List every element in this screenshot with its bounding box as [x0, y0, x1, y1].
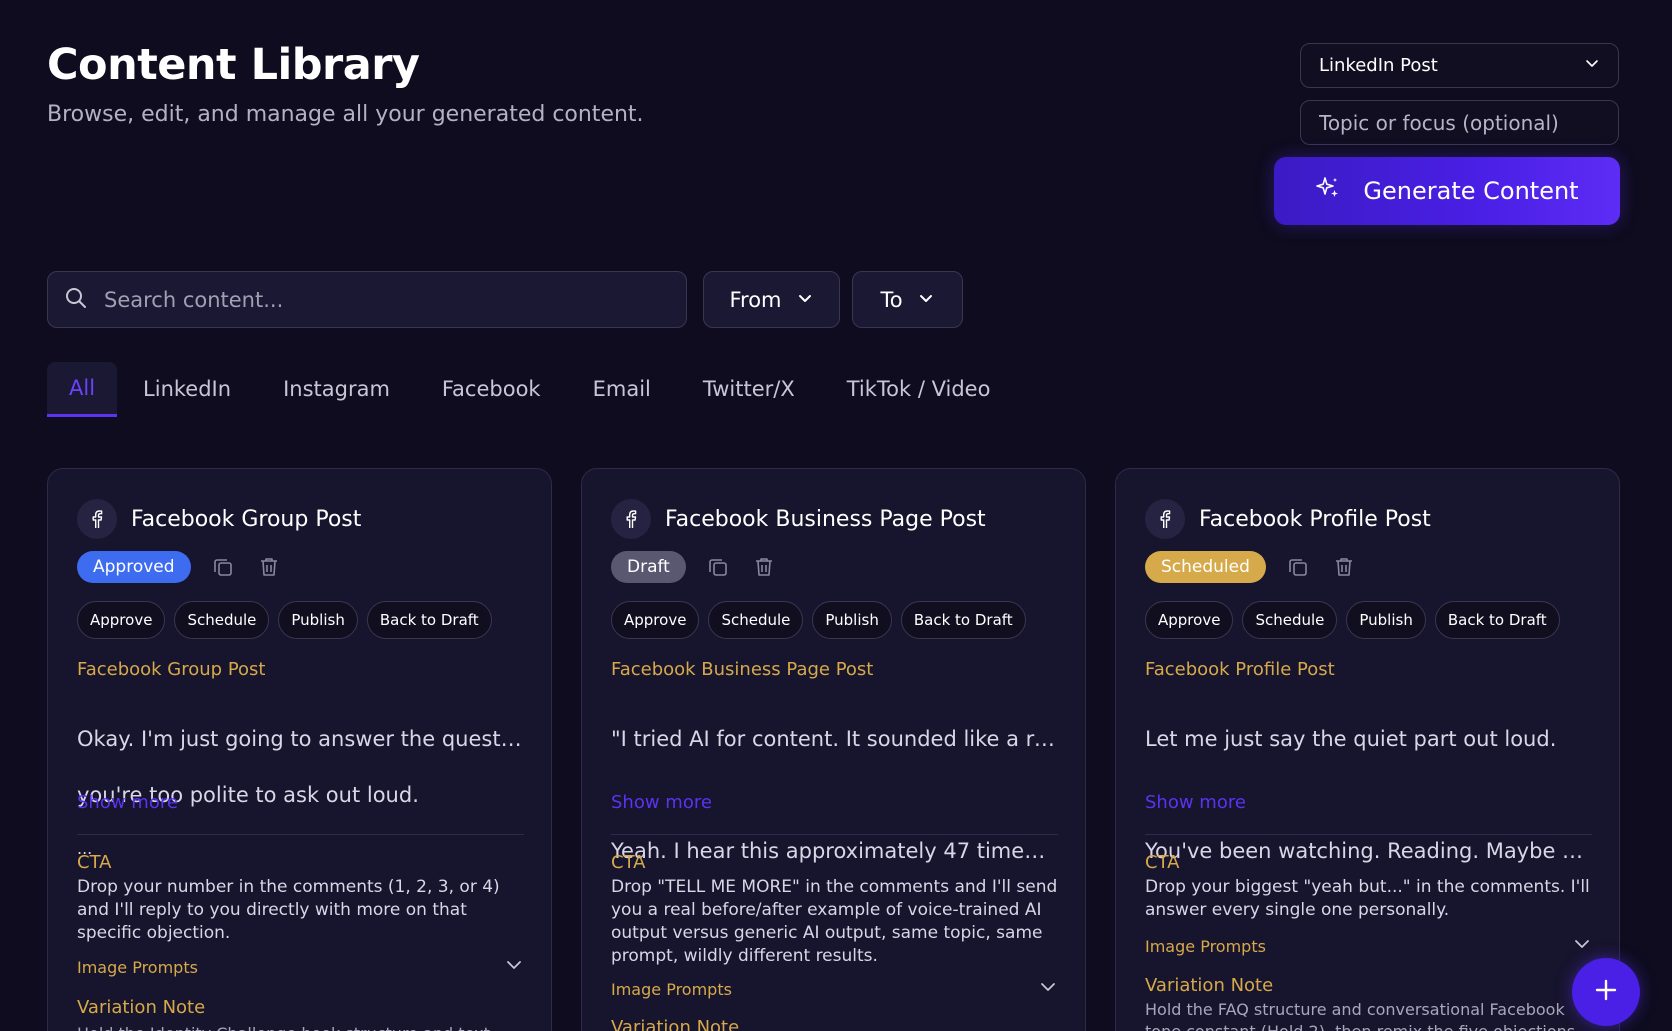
search-icon: [64, 286, 88, 314]
approve-button[interactable]: Approve: [1145, 601, 1234, 639]
facebook-icon: [611, 499, 651, 539]
content-line: ...: [77, 839, 93, 858]
cta-text: Drop your biggest "yeah but..." in the c…: [1145, 877, 1590, 920]
date-to-label: To: [880, 287, 903, 312]
plus-icon: [1593, 977, 1619, 1007]
back-to-draft-button[interactable]: Back to Draft: [1434, 601, 1560, 639]
image-prompts-toggle[interactable]: Image Prompts: [611, 977, 1058, 1001]
date-from-label: From: [729, 287, 782, 312]
back-to-draft-button[interactable]: Back to Draft: [366, 601, 492, 639]
cta-label: CTA: [611, 852, 646, 873]
schedule-button[interactable]: Schedule: [708, 601, 804, 639]
generate-content-label: Generate Content: [1363, 177, 1579, 205]
publish-button[interactable]: Publish: [1346, 601, 1426, 639]
chevron-down-icon: [1584, 55, 1600, 76]
back-to-draft-button[interactable]: Back to Draft: [900, 601, 1026, 639]
cta-text: Drop "TELL ME MORE" in the comments and …: [611, 877, 1058, 966]
content-type-label: Facebook Profile Post: [1145, 659, 1335, 680]
chevron-down-icon: [796, 288, 814, 312]
content-type-label: Facebook Group Post: [77, 659, 266, 680]
image-prompts-label: Image Prompts: [77, 957, 198, 977]
tab-linkedin[interactable]: LinkedIn: [117, 362, 257, 415]
generate-content-button[interactable]: Generate Content: [1274, 157, 1620, 225]
approve-button[interactable]: Approve: [77, 601, 166, 639]
divider: [1145, 834, 1592, 835]
publish-button[interactable]: Publish: [812, 601, 892, 639]
card-title: Facebook Profile Post: [1199, 506, 1431, 532]
show-more-link[interactable]: Show more: [611, 792, 712, 813]
content-card: Facebook Business Page Post Draft Approv…: [581, 468, 1086, 1031]
chevron-down-icon: [504, 955, 524, 979]
trash-icon[interactable]: [1330, 553, 1358, 581]
variation-note-label: Variation Note: [611, 1017, 740, 1031]
variation-note-label: Variation Note: [1145, 975, 1274, 996]
search-box[interactable]: [47, 271, 687, 328]
content-card: Facebook Profile Post Scheduled Approve …: [1115, 468, 1620, 1031]
card-title: Facebook Business Page Post: [665, 506, 986, 532]
image-prompts-label: Image Prompts: [611, 979, 732, 999]
page-subtitle: Browse, edit, and manage all your genera…: [47, 102, 644, 127]
variation-note-text: Hold the FAQ structure and conversationa…: [1145, 1000, 1580, 1031]
content-line: Let me just say the quiet part out loud.: [1145, 727, 1557, 751]
tab-instagram[interactable]: Instagram: [257, 362, 416, 415]
cta-text: Drop your number in the comments (1, 2, …: [77, 877, 500, 943]
content-line: Yeah. I hear this approximately 47 times…: [611, 839, 1056, 863]
card-title: Facebook Group Post: [131, 506, 362, 532]
trash-icon[interactable]: [255, 553, 283, 581]
divider: [611, 834, 1058, 835]
search-input[interactable]: [104, 287, 664, 312]
content-type-label: Facebook Business Page Post: [611, 659, 874, 680]
content-type-value: LinkedIn Post: [1319, 55, 1438, 76]
chevron-down-icon: [1038, 977, 1058, 1001]
date-to-button[interactable]: To: [852, 271, 963, 328]
divider: [77, 834, 524, 835]
facebook-icon: [77, 499, 117, 539]
approve-button[interactable]: Approve: [611, 601, 700, 639]
facebook-icon: [1145, 499, 1185, 539]
content-line: Okay. I'm just going to answer the quest…: [77, 727, 522, 751]
chevron-down-icon: [917, 288, 935, 312]
copy-icon[interactable]: [704, 553, 732, 581]
trash-icon[interactable]: [750, 553, 778, 581]
date-from-button[interactable]: From: [703, 271, 840, 328]
show-more-link[interactable]: Show more: [1145, 792, 1246, 813]
cta-label: CTA: [1145, 852, 1180, 873]
content-card: Facebook Group Post Approved Approve Sch…: [47, 468, 552, 1031]
tab-all[interactable]: All: [47, 362, 118, 417]
copy-icon[interactable]: [1284, 553, 1312, 581]
tab-facebook[interactable]: Facebook: [416, 362, 567, 415]
platform-tabs: All LinkedIn Instagram Facebook Email Tw…: [47, 362, 1016, 417]
schedule-button[interactable]: Schedule: [1242, 601, 1338, 639]
add-content-button[interactable]: [1572, 958, 1640, 1026]
content-line: "I tried AI for content. It sounded like…: [611, 727, 1056, 751]
copy-icon[interactable]: [209, 553, 237, 581]
status-badge: Draft: [611, 551, 686, 583]
image-prompts-toggle[interactable]: Image Prompts: [77, 955, 524, 979]
show-more-link[interactable]: Show more: [77, 792, 178, 813]
image-prompts-toggle[interactable]: Image Prompts: [1145, 934, 1592, 958]
cta-label: CTA: [77, 852, 112, 873]
schedule-button[interactable]: Schedule: [174, 601, 270, 639]
image-prompts-label: Image Prompts: [1145, 936, 1266, 956]
status-badge: Approved: [77, 551, 191, 583]
status-badge: Scheduled: [1145, 551, 1266, 583]
variation-note-text: Hold the Identity Challenge hook structu…: [77, 1023, 527, 1031]
tab-tiktok-video[interactable]: TikTok / Video: [821, 362, 1017, 415]
variation-note-label: Variation Note: [77, 997, 206, 1018]
topic-input[interactable]: [1300, 100, 1619, 145]
chevron-down-icon: [1572, 934, 1592, 958]
tab-email[interactable]: Email: [567, 362, 677, 415]
publish-button[interactable]: Publish: [278, 601, 358, 639]
page-title: Content Library: [47, 40, 420, 90]
content-line: You've been watching. Reading. Maybe sav…: [1145, 839, 1590, 863]
sparkle-icon: [1315, 175, 1341, 207]
tab-twitter-x[interactable]: Twitter/X: [677, 362, 821, 415]
content-type-select[interactable]: LinkedIn Post: [1300, 43, 1619, 88]
